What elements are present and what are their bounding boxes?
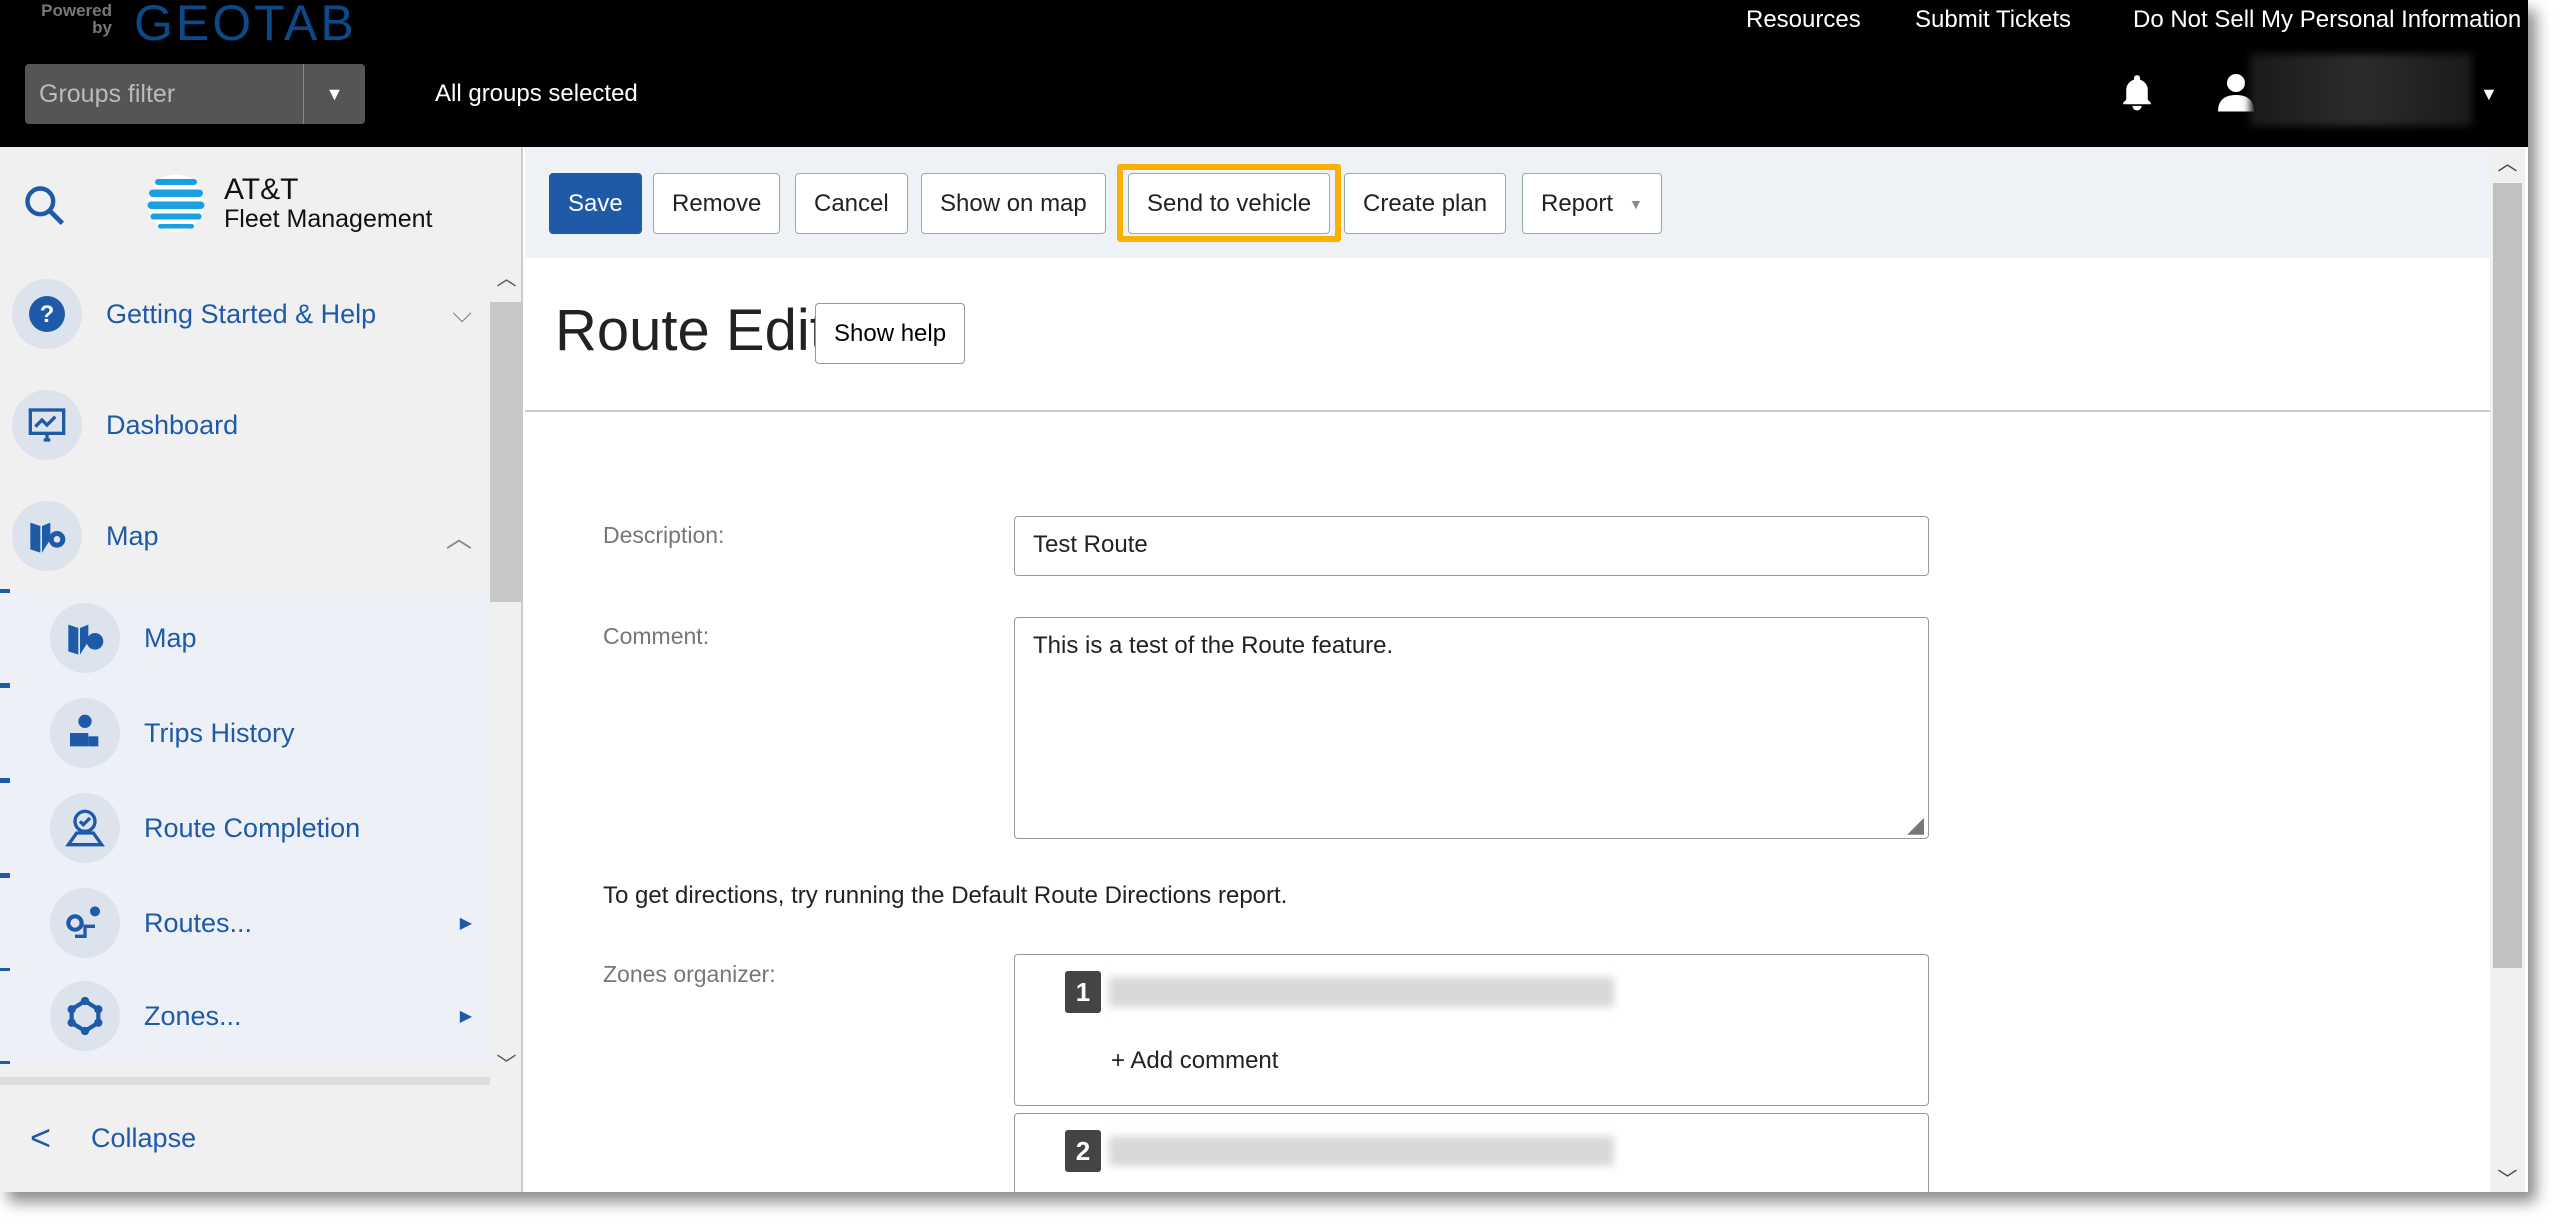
geotab-logo: GEOTAB bbox=[134, 0, 357, 51]
sidebar-item-label: Trips History bbox=[144, 717, 295, 748]
collapse-label: Collapse bbox=[91, 1122, 197, 1153]
save-button[interactable]: Save bbox=[549, 173, 642, 234]
user-icon[interactable] bbox=[2218, 72, 2254, 112]
comment-value: This is a test of the Route feature. bbox=[1033, 632, 1394, 659]
user-name-redacted[interactable] bbox=[2250, 54, 2472, 126]
zone-name-redacted bbox=[1109, 977, 1614, 1007]
zones-icon bbox=[50, 981, 120, 1051]
sidebar-item-label: Route Completion bbox=[144, 812, 361, 843]
caret-right-icon: ▶ bbox=[459, 1008, 472, 1025]
user-menu-chevron-icon[interactable]: ▼ bbox=[2480, 84, 2498, 105]
scroll-down-icon[interactable]: ﹀ bbox=[490, 1048, 523, 1077]
report-button[interactable]: Report ▼ bbox=[1522, 173, 1662, 234]
toolbar: Save Remove Cancel Show on map Send to v… bbox=[525, 147, 2490, 258]
help-icon: ? bbox=[12, 279, 82, 349]
resize-handle-icon[interactable]: ◢ bbox=[1907, 812, 1924, 838]
sidebar-item-map[interactable]: Map ︿ bbox=[0, 491, 490, 581]
add-comment-link[interactable]: + Add comment bbox=[1111, 1047, 1278, 1075]
map-icon bbox=[12, 501, 82, 571]
svg-text:?: ? bbox=[40, 301, 55, 328]
zone-number: 1 bbox=[1065, 971, 1101, 1013]
sidebar-item-label: Map bbox=[106, 520, 159, 551]
description-input[interactable]: Test Route bbox=[1014, 516, 1929, 576]
zone-item[interactable]: 1 + Add comment bbox=[1014, 954, 1929, 1106]
top-bar: Powered by GEOTAB Groups filter ▼ All gr… bbox=[0, 0, 2528, 147]
scroll-down-icon[interactable]: ﹀ bbox=[2490, 1163, 2525, 1192]
divider bbox=[525, 410, 2490, 412]
main-scroll-thumb[interactable] bbox=[2493, 183, 2522, 968]
directions-note: To get directions, try running the Defau… bbox=[603, 882, 1288, 909]
remove-button[interactable]: Remove bbox=[653, 173, 781, 234]
do-not-sell-link[interactable]: Do Not Sell My Personal Information bbox=[2133, 6, 2521, 34]
logo-line2: Fleet Management bbox=[224, 205, 433, 233]
chevron-up-icon[interactable]: ︿ bbox=[446, 518, 472, 555]
powered-by-label: Powered by bbox=[41, 1, 112, 37]
comment-label: Comment: bbox=[603, 623, 710, 649]
caret-right-icon: ▶ bbox=[459, 915, 472, 932]
main-scrollbar[interactable]: ︿ ﹀ bbox=[2490, 147, 2525, 1192]
logo-line1: AT&T bbox=[224, 173, 299, 206]
divider bbox=[0, 1077, 490, 1085]
trips-history-icon bbox=[50, 698, 120, 768]
sidebar: AT&T Fleet Management ? Getting Started … bbox=[0, 147, 523, 1192]
description-label: Description: bbox=[603, 522, 725, 548]
create-plan-button[interactable]: Create plan bbox=[1344, 173, 1507, 234]
sidebar-item-label: Zones... bbox=[144, 1000, 242, 1031]
main-content: Save Remove Cancel Show on map Send to v… bbox=[525, 147, 2490, 1192]
sidebar-item-label: Dashboard bbox=[106, 409, 239, 440]
dashboard-icon bbox=[12, 390, 82, 460]
groups-filter-input[interactable]: Groups filter bbox=[25, 80, 303, 109]
cancel-button[interactable]: Cancel bbox=[795, 173, 908, 234]
page-title: Route Edit bbox=[555, 298, 826, 363]
groups-status: All groups selected bbox=[435, 80, 638, 107]
resources-link[interactable]: Resources bbox=[1746, 6, 1861, 34]
sidebar-scrollbar[interactable]: ︿ ﹀ bbox=[490, 262, 523, 1077]
send-to-vehicle-button[interactable]: Send to vehicle bbox=[1128, 173, 1331, 234]
scroll-up-icon[interactable]: ︿ bbox=[490, 262, 523, 291]
zone-item[interactable]: 2 bbox=[1014, 1113, 1929, 1192]
bell-icon[interactable] bbox=[2118, 72, 2156, 112]
comment-textarea[interactable]: This is a test of the Route feature. ◢ bbox=[1014, 617, 1929, 839]
submit-tickets-link[interactable]: Submit Tickets bbox=[1915, 6, 2071, 34]
map-icon bbox=[50, 603, 120, 673]
sidebar-item-getting-started[interactable]: ? Getting Started & Help ⌵ bbox=[0, 269, 490, 359]
sidebar-item-label: Map bbox=[144, 622, 197, 653]
scroll-up-icon[interactable]: ︿ bbox=[2490, 147, 2525, 176]
show-on-map-button[interactable]: Show on map bbox=[921, 173, 1106, 234]
chevron-left-icon: < bbox=[30, 1117, 52, 1158]
att-globe-logo bbox=[147, 174, 205, 232]
search-icon[interactable] bbox=[22, 182, 66, 228]
report-label: Report bbox=[1541, 189, 1614, 217]
sidebar-scroll-thumb[interactable] bbox=[490, 302, 523, 602]
routes-icon bbox=[50, 888, 120, 958]
groups-filter[interactable]: Groups filter ▼ bbox=[25, 64, 365, 124]
app-window: Powered by GEOTAB Groups filter ▼ All gr… bbox=[0, 0, 2528, 1192]
zones-organizer-label: Zones organizer: bbox=[603, 961, 776, 987]
sidebar-item-dashboard[interactable]: Dashboard bbox=[0, 380, 490, 470]
sidebar-subitem-trips-history[interactable]: Trips History bbox=[0, 688, 490, 778]
zone-number: 2 bbox=[1065, 1130, 1101, 1172]
show-help-button[interactable]: Show help bbox=[815, 303, 966, 364]
collapse-button[interactable]: < Collapse bbox=[30, 1117, 196, 1159]
sidebar-item-label: Getting Started & Help bbox=[106, 298, 377, 329]
chevron-down-icon[interactable]: ⌵ bbox=[452, 298, 472, 330]
dropdown-arrow-icon: ▼ bbox=[1629, 195, 1643, 212]
route-completion-icon bbox=[50, 793, 120, 863]
dropdown-arrow-icon[interactable]: ▼ bbox=[303, 64, 365, 124]
sidebar-subitem-route-completion[interactable]: Route Completion bbox=[0, 783, 490, 873]
sidebar-subitem-map[interactable]: Map bbox=[0, 593, 490, 683]
sidebar-subitem-routes[interactable]: Routes... ▶ bbox=[0, 878, 490, 968]
sidebar-item-label: Routes... bbox=[144, 907, 253, 938]
zone-name-redacted bbox=[1109, 1136, 1614, 1166]
sidebar-subitem-zones[interactable]: Zones... ▶ bbox=[0, 971, 490, 1061]
